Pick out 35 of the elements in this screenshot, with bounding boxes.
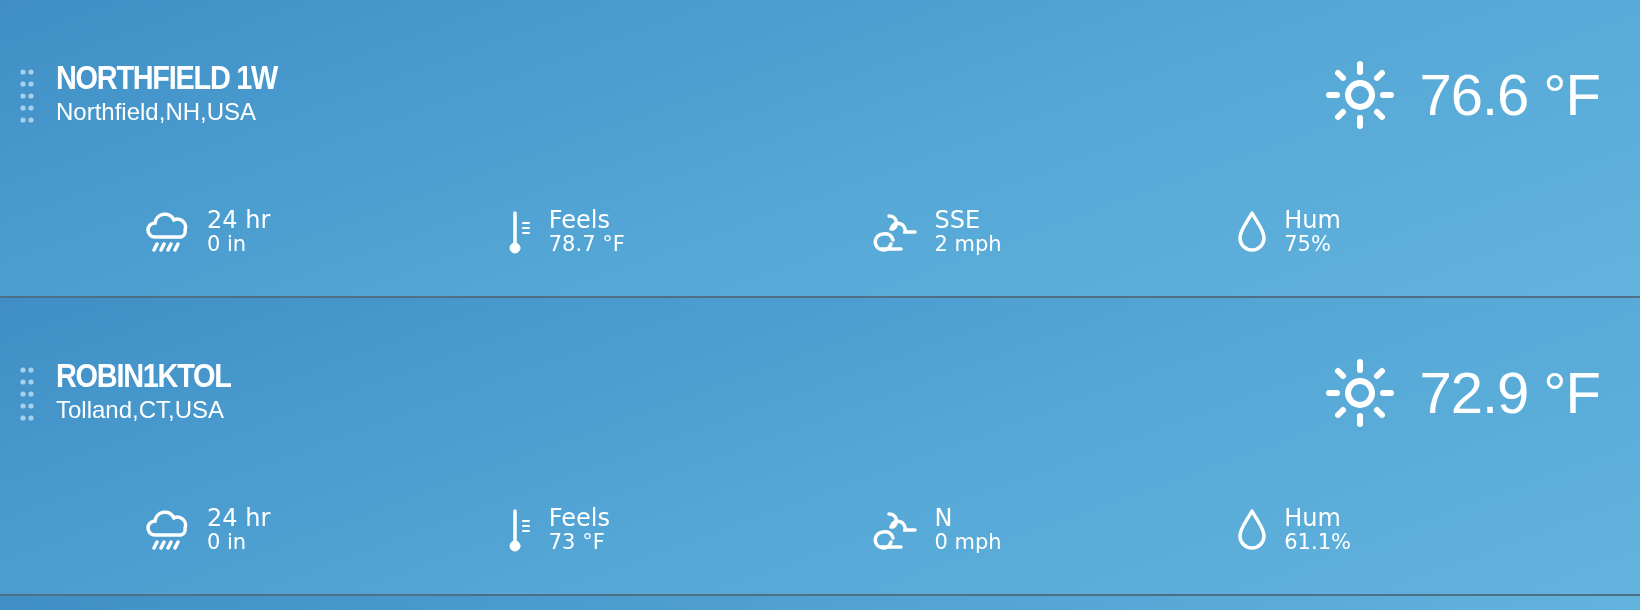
stat-label: SSE (934, 208, 982, 234)
station-location: Northfield,NH,USA (56, 96, 258, 127)
station-card[interactable]: NORTHFIELD 1W Northfield,NH,USA 76.6 °F 24 hr 0 in Feels 78.7 °F SSE 2 mph Hum 75% (0, 0, 1640, 298)
stat-label: Feels (548, 208, 611, 234)
temperature: 72.9 °F (1419, 364, 1600, 422)
drag-handle-icon[interactable] (20, 66, 34, 126)
stat-label: 24 hr (207, 506, 271, 532)
stat-label: Feels (548, 506, 610, 532)
wind-cloud-icon (872, 510, 919, 551)
station-location: Tolland,CT,USA (56, 394, 226, 425)
sun-icon (1325, 358, 1396, 428)
stat-value: 61.1% (1284, 531, 1351, 555)
sun-icon (1325, 60, 1396, 130)
stat-value: 0 in (207, 233, 248, 257)
next-station-card[interactable] (0, 596, 1640, 610)
stat-value: 73 °F (548, 531, 606, 555)
stat-value: 0 in (207, 531, 248, 555)
stat-label: Hum (1284, 506, 1342, 532)
station-card[interactable]: ROBIN1KTOL Tolland,CT,USA 72.9 °F 24 hr 0 in Feels 73 °F N 0 mph Hum 61.1% (0, 298, 1640, 596)
thermometer-icon (508, 209, 533, 256)
water-drop-icon (1236, 210, 1269, 255)
wind-cloud-icon (872, 212, 919, 253)
stat-value: 2 mph (934, 233, 1002, 257)
water-drop-icon (1236, 508, 1269, 553)
station-name: ROBIN1KTOL (56, 358, 232, 394)
stat-value: 0 mph (934, 531, 1002, 555)
station-name: NORTHFIELD 1W (56, 60, 279, 96)
stat-label: 24 hr (207, 208, 271, 234)
thermometer-icon (508, 507, 533, 554)
temperature: 76.6 °F (1419, 66, 1600, 124)
stat-value: 75% (1284, 233, 1332, 257)
drag-handle-icon[interactable] (20, 364, 34, 424)
stat-label: N (934, 506, 954, 532)
stat-label: Hum (1284, 208, 1341, 234)
stat-value: 78.7 °F (548, 233, 625, 257)
